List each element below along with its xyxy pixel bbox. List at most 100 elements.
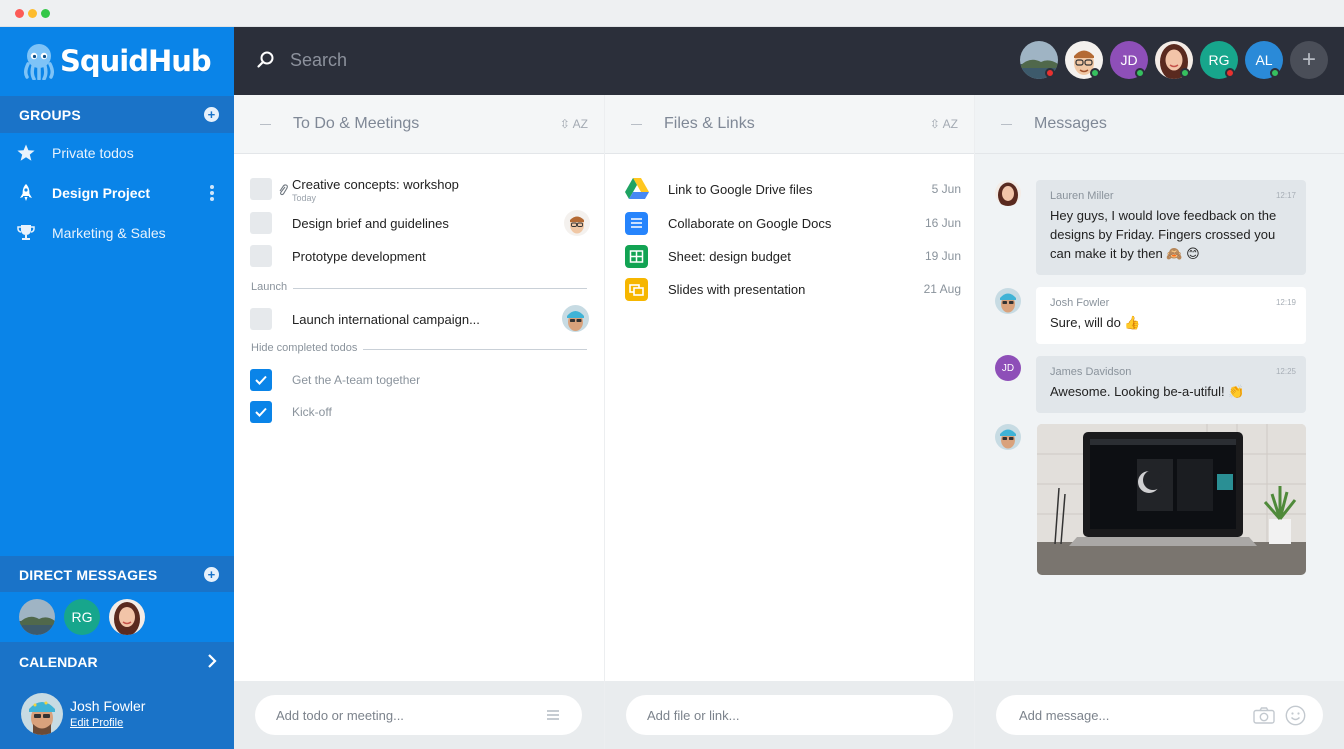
file-item[interactable]: Link to Google Drive files 5 Jun [625, 175, 961, 203]
star-icon [17, 144, 35, 161]
status-online-indicator [1090, 68, 1100, 78]
todo-text: Kick-off [292, 405, 332, 419]
message-avatar[interactable] [995, 288, 1021, 314]
sort-az-button[interactable]: ⇳ AZ [560, 117, 588, 131]
add-member-button[interactable]: + [1290, 41, 1328, 79]
checkmark-icon [255, 375, 267, 385]
status-online-indicator [1270, 68, 1280, 78]
message-author: James Davidson [1050, 366, 1132, 378]
sidebar-item-private-todos[interactable]: Private todos [0, 133, 234, 173]
message-avatar[interactable] [995, 180, 1021, 206]
hide-completed-toggle[interactable]: Hide completed todos [251, 342, 364, 354]
todo-checkbox-checked[interactable] [250, 369, 272, 391]
todo-item[interactable]: Creative concepts: workshop Today [250, 174, 590, 204]
todo-item[interactable]: Launch international campaign... [250, 304, 590, 334]
file-item[interactable]: Sheet: design budget 19 Jun [625, 242, 961, 270]
todo-item[interactable]: Prototype development [250, 241, 590, 271]
message-author: Josh Fowler [1050, 297, 1110, 309]
todo-checkbox[interactable] [250, 212, 272, 234]
completed-todo-item[interactable]: Kick-off [250, 397, 590, 427]
user-avatar[interactable] [21, 693, 63, 735]
app-logo[interactable]: SquidHub [22, 41, 212, 81]
landscape-avatar[interactable] [19, 599, 55, 635]
google-drive-icon [625, 178, 649, 199]
todo-checkbox[interactable] [250, 245, 272, 267]
sidebar-item-label: Design Project [52, 185, 151, 201]
sidebar-item-label: Marketing & Sales [52, 225, 166, 241]
add-todo-input[interactable] [255, 695, 582, 735]
message-avatar[interactable] [995, 424, 1021, 450]
sidebar-item-label: Private todos [52, 145, 134, 161]
collapse-column-button[interactable] [260, 124, 271, 125]
assignee-avatar[interactable] [564, 210, 590, 236]
todo-checkbox[interactable] [250, 308, 272, 330]
message-time: 12:19 [1275, 298, 1296, 307]
search-input[interactable] [290, 47, 690, 73]
sort-icon: ⇳ [929, 117, 940, 131]
message-avatar-jd[interactable]: JD [995, 355, 1021, 381]
message-author: Lauren Miller [1050, 190, 1114, 202]
list-icon[interactable] [547, 710, 559, 720]
google-slides-icon [625, 278, 648, 301]
todo-checkbox[interactable] [250, 178, 272, 200]
assignee-avatar[interactable] [562, 305, 589, 332]
window-titlebar [0, 0, 1344, 27]
file-item[interactable]: Slides with presentation 21 Aug [625, 275, 961, 303]
dm-avatar-rg[interactable]: RG [64, 599, 100, 635]
calendar-header[interactable]: CALENDAR [0, 642, 234, 681]
message-text: Awesome. Looking be-a-utiful! 👏 [1050, 384, 1245, 399]
chevron-right-icon [208, 654, 217, 668]
top-bar: JD RG AL + [234, 27, 1344, 95]
message-text: Hey guys, I would love feedback on the d… [1050, 208, 1277, 261]
close-window-button[interactable] [15, 9, 24, 18]
google-sheets-icon [625, 245, 648, 268]
trophy-icon [17, 225, 35, 240]
todo-column-header: To Do & Meetings ⇳ AZ [234, 95, 604, 154]
file-name: Collaborate on Google Docs [668, 216, 832, 231]
todo-text: Launch international campaign... [292, 312, 480, 327]
direct-messages-label: DIRECT MESSAGES [19, 566, 158, 583]
woman-avatar[interactable] [109, 599, 145, 635]
search-icon[interactable] [256, 50, 276, 70]
file-name: Link to Google Drive files [668, 182, 813, 197]
file-date: 21 Aug [923, 282, 961, 296]
todo-item[interactable]: Design brief and guidelines [250, 208, 590, 238]
rocket-icon [20, 184, 32, 201]
file-date: 5 Jun [931, 182, 961, 196]
sort-icon: ⇳ [559, 117, 570, 131]
divider [251, 288, 587, 289]
todo-footer [234, 681, 604, 749]
maximize-window-button[interactable] [41, 9, 50, 18]
sort-az-button[interactable]: ⇳ AZ [930, 117, 958, 131]
sort-label: AZ [942, 117, 958, 131]
edit-profile-link[interactable]: Edit Profile [70, 717, 123, 729]
todo-text: Creative concepts: workshop [292, 177, 459, 192]
completed-todo-item[interactable]: Get the A-team together [250, 365, 590, 395]
message-time: 12:17 [1275, 191, 1296, 200]
todo-checkbox-checked[interactable] [250, 401, 272, 423]
message-bubble: James Davidson 12:25 Awesome. Looking be… [1036, 356, 1306, 413]
add-file-input[interactable] [626, 695, 953, 735]
todo-text: Get the A-team together [292, 373, 421, 387]
calendar-label: CALENDAR [19, 653, 98, 670]
todo-due-label: Today [292, 193, 317, 203]
collapse-column-button[interactable] [1001, 124, 1012, 125]
more-options-icon[interactable] [210, 185, 214, 201]
add-direct-message-button[interactable]: + [204, 567, 219, 582]
sidebar-item-design-project[interactable]: Design Project [0, 173, 234, 213]
camera-icon[interactable] [1253, 707, 1275, 724]
status-busy-indicator [1045, 68, 1055, 78]
user-profile: Josh Fowler Edit Profile [0, 681, 234, 749]
minimize-window-button[interactable] [28, 9, 37, 18]
sidebar-item-marketing-sales[interactable]: Marketing & Sales [0, 213, 234, 253]
message-time: 12:25 [1275, 367, 1296, 376]
message-image-attachment[interactable] [1037, 424, 1306, 575]
add-group-button[interactable]: + [204, 107, 219, 122]
collapse-column-button[interactable] [631, 124, 642, 125]
status-busy-indicator [1225, 68, 1235, 78]
file-item[interactable]: Collaborate on Google Docs 16 Jun [625, 209, 961, 237]
file-date: 19 Jun [924, 249, 961, 263]
sidebar: SquidHub GROUPS + Private todos Design P… [0, 27, 234, 749]
message-bubble: Josh Fowler 12:19 Sure, will do 👍 [1036, 287, 1306, 344]
emoji-icon[interactable] [1285, 705, 1306, 726]
